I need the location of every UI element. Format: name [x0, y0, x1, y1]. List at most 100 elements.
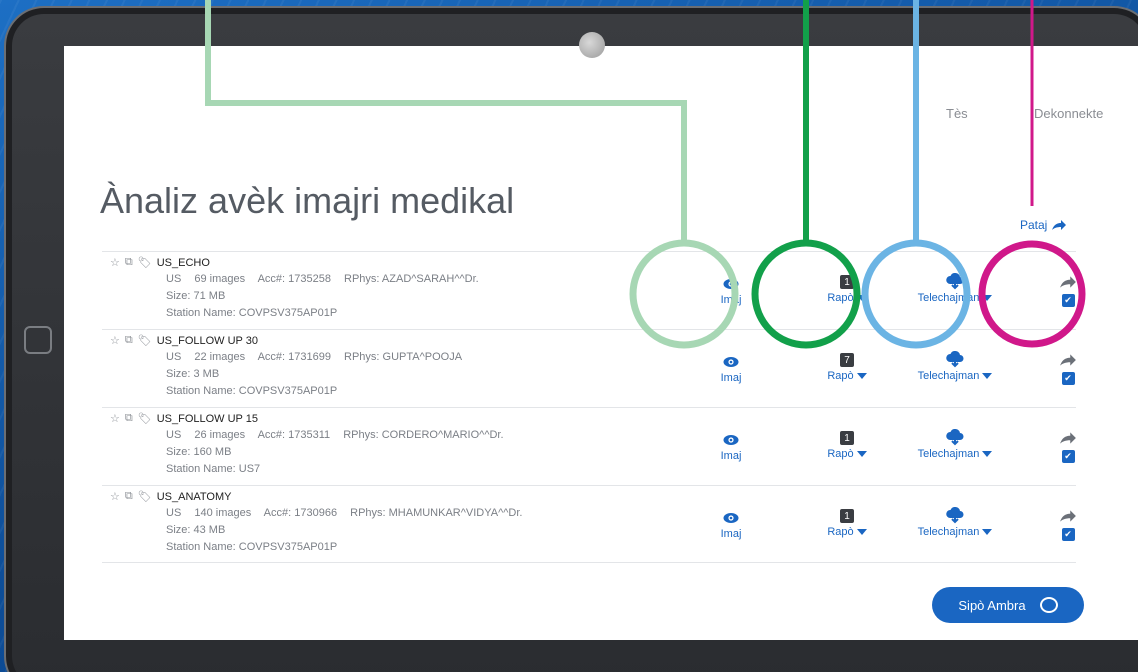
app-screen: Tès Dekonnekte Ànaliz avèk imajri medika… [64, 46, 1138, 640]
caret-down-icon [982, 373, 993, 380]
view-images-button[interactable]: Imaj [706, 430, 756, 462]
share-study-control[interactable]: ✔ [1056, 272, 1080, 307]
report-label: Rapò [827, 448, 854, 460]
study-header: ☆ ⧉ 🏷 US_ANATOMY [110, 490, 231, 503]
view-images-label: Imaj [720, 294, 742, 306]
download-label: Telechajman [917, 448, 980, 460]
study-row[interactable]: ☆ ⧉ 🏷 US_FOLLOW UP 15 US 26 images Acc#:… [102, 407, 1076, 485]
report-button[interactable]: 1 Rapò [817, 506, 877, 538]
select-study-checkbox[interactable]: ✔ [1061, 372, 1075, 385]
study-meta-line: US 140 images Acc#: 1730966 RPhys: MHAMU… [166, 507, 522, 519]
support-chat-label: Sipò Ambra [958, 597, 1026, 613]
study-name: US_FOLLOW UP 15 [156, 412, 258, 425]
select-study-checkbox[interactable]: ✔ [1061, 528, 1075, 541]
open-external-icon[interactable]: ⧉ [125, 490, 133, 503]
star-icon[interactable]: ☆ [110, 412, 120, 425]
star-icon[interactable]: ☆ [110, 256, 120, 269]
tag-icon[interactable]: 🏷 [138, 334, 152, 347]
study-row[interactable]: ☆ ⧉ 🏷 US_ANATOMY US 140 images Acc#: 173… [102, 485, 1076, 563]
study-physician: RPhys: CORDERO^MARIO^^Dr. [343, 429, 504, 441]
share-arrow-icon[interactable] [1059, 350, 1077, 370]
caret-down-icon [856, 373, 867, 380]
download-button[interactable]: Telechajman [900, 272, 1010, 304]
study-accession: Acc#: 1735311 [257, 429, 331, 441]
study-name: US_FOLLOW UP 30 [156, 334, 258, 347]
home-button[interactable] [24, 326, 52, 354]
open-external-icon[interactable]: ⧉ [125, 256, 133, 269]
view-images-label: Imaj [720, 528, 742, 540]
star-icon[interactable]: ☆ [110, 490, 120, 503]
support-chat-button[interactable]: Sipò Ambra [932, 587, 1084, 623]
view-images-label: Imaj [720, 450, 742, 462]
study-meta-line: US 22 images Acc#: 1731699 RPhys: GUPTA^… [166, 351, 462, 363]
star-icon[interactable]: ☆ [110, 334, 120, 347]
study-header: ☆ ⧉ 🏷 US_FOLLOW UP 30 [110, 334, 258, 347]
eye-icon [723, 352, 739, 372]
download-label: Telechajman [917, 370, 980, 382]
report-button[interactable]: 1 Rapò [817, 272, 877, 304]
view-images-button[interactable]: Imaj [706, 508, 756, 540]
study-name: US_ECHO [156, 256, 210, 269]
share-study-control[interactable]: ✔ [1056, 350, 1080, 385]
eye-icon [723, 430, 739, 450]
report-button[interactable]: 7 Rapò [817, 350, 877, 382]
open-external-icon[interactable]: ⧉ [125, 334, 133, 347]
tag-icon[interactable]: 🏷 [138, 490, 152, 503]
view-images-button[interactable]: Imaj [706, 352, 756, 384]
report-label: Rapò [827, 370, 854, 382]
open-external-icon[interactable]: ⧉ [125, 412, 133, 425]
nav-test-link[interactable]: Tès [946, 106, 968, 121]
share-arrow-icon[interactable] [1059, 506, 1077, 526]
share-arrow-icon[interactable] [1059, 272, 1077, 292]
study-image-count: 22 images [194, 351, 246, 363]
caret-down-icon [856, 295, 867, 302]
study-size: Size: 71 MB [166, 290, 226, 302]
caret-down-icon [856, 529, 867, 536]
study-header: ☆ ⧉ 🏷 US_FOLLOW UP 15 [110, 412, 258, 425]
report-count-badge: 7 [840, 353, 854, 367]
study-station: Station Name: COVPSV375AP01P [166, 385, 338, 397]
view-images-button[interactable]: Imaj [706, 274, 756, 306]
page-title: Ànaliz avèk imajri medikal [100, 180, 515, 221]
nav-logout-link[interactable]: Dekonnekte [1034, 106, 1103, 121]
caret-down-icon [982, 295, 993, 302]
download-button[interactable]: Telechajman [900, 428, 1010, 460]
study-name: US_ANATOMY [156, 490, 232, 503]
cloud-download-icon [945, 272, 965, 292]
study-size: Size: 43 MB [166, 524, 226, 536]
select-study-checkbox[interactable]: ✔ [1061, 294, 1075, 307]
report-label: Rapò [827, 292, 854, 304]
study-row[interactable]: ☆ ⧉ 🏷 US_ECHO US 69 images Acc#: 1735258… [102, 251, 1076, 329]
study-physician: RPhys: MHAMUNKAR^VIDYA^^Dr. [350, 507, 523, 519]
download-button[interactable]: Telechajman [900, 506, 1010, 538]
study-station: Station Name: COVPSV375AP01P [166, 541, 338, 553]
share-arrow-icon [1052, 220, 1067, 230]
tag-icon[interactable]: 🏷 [138, 256, 152, 269]
study-station: Station Name: US7 [166, 463, 261, 475]
download-label: Telechajman [917, 292, 980, 304]
select-study-checkbox[interactable]: ✔ [1061, 450, 1075, 463]
report-label: Rapò [827, 526, 854, 538]
study-modality: US [166, 429, 182, 441]
eye-icon [723, 508, 739, 528]
share-arrow-icon[interactable] [1059, 428, 1077, 448]
study-header: ☆ ⧉ 🏷 US_ECHO [110, 256, 210, 269]
study-row[interactable]: ☆ ⧉ 🏷 US_FOLLOW UP 30 US 22 images Acc#:… [102, 329, 1076, 407]
share-study-control[interactable]: ✔ [1056, 428, 1080, 463]
study-size: Size: 3 MB [166, 368, 220, 380]
download-button[interactable]: Telechajman [900, 350, 1010, 382]
study-modality: US [166, 273, 182, 285]
share-study-control[interactable]: ✔ [1056, 506, 1080, 541]
tag-icon[interactable]: 🏷 [138, 412, 152, 425]
study-meta-line: US 69 images Acc#: 1735258 RPhys: AZAD^S… [166, 273, 479, 285]
study-list: ☆ ⧉ 🏷 US_ECHO US 69 images Acc#: 1735258… [102, 251, 1076, 563]
share-all-label: Pataj [1020, 218, 1048, 232]
report-count-badge: 1 [840, 275, 854, 289]
study-station: Station Name: COVPSV375AP01P [166, 307, 338, 319]
report-count-badge: 1 [840, 431, 854, 445]
share-all-link[interactable]: Pataj [1020, 218, 1067, 232]
study-physician: RPhys: AZAD^SARAH^^Dr. [344, 273, 479, 285]
report-button[interactable]: 1 Rapò [817, 428, 877, 460]
study-size: Size: 160 MB [166, 446, 232, 458]
camera-icon [579, 32, 605, 58]
